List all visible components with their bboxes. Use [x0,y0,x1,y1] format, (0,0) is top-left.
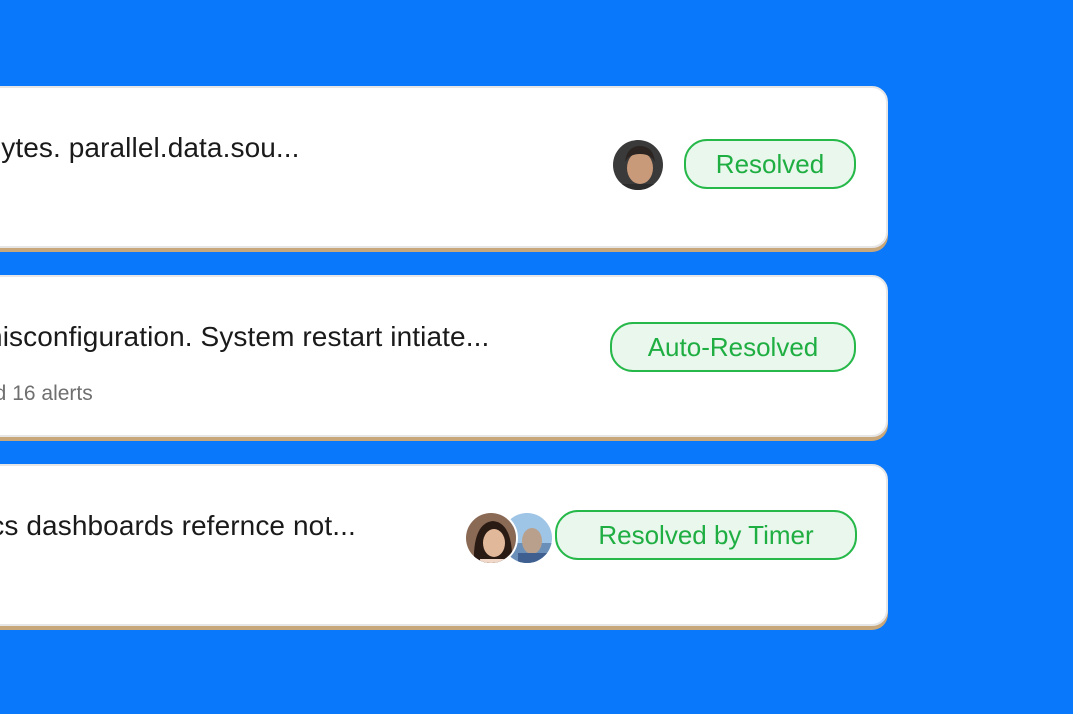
status-badge[interactable]: Auto-Resolved [610,322,856,372]
status-badge[interactable]: Resolved by Timer [555,510,857,560]
incident-title: r misconfiguration. System restart intia… [0,321,490,352]
incident-subtext: ssed 16 alerts [0,382,93,405]
incident-card[interactable]: r misconfiguration. System restart intia… [0,275,888,437]
incident-card[interactable]: ytics dashboards refernce not... Resolve… [0,464,888,626]
status-badge[interactable]: Resolved [684,139,856,189]
incident-card[interactable]: 0 bytes. parallel.data.sou... Resolved [0,86,888,248]
assignee-avatar[interactable] [611,138,665,192]
incident-title: ytics dashboards refernce not... [0,510,356,541]
assignee-avatar[interactable] [464,511,518,565]
incident-title: 0 bytes. parallel.data.sou... [0,132,300,163]
person-avatar-icon [613,140,663,190]
